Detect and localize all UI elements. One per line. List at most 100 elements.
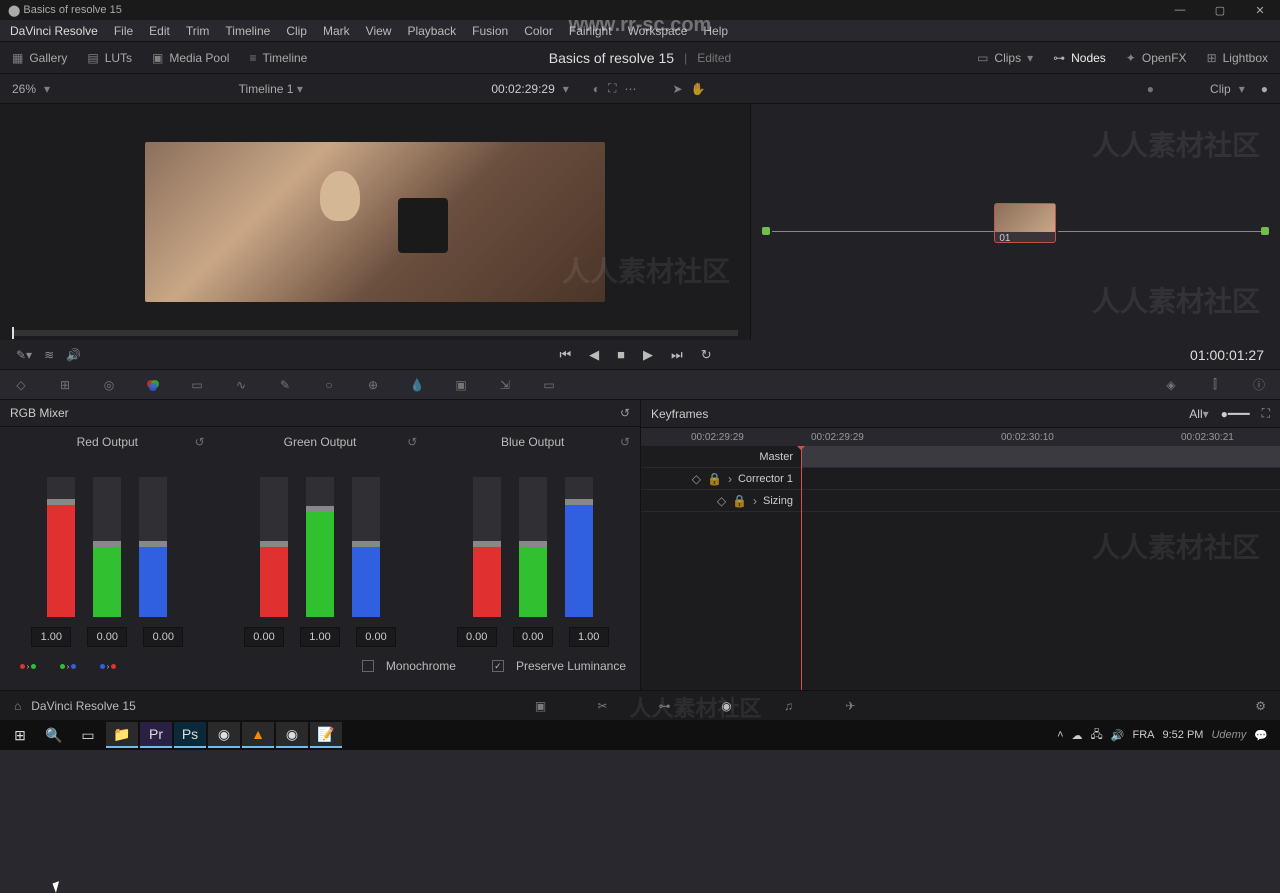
pointer-icon[interactable]: ➤ (672, 82, 682, 96)
menu-fusion[interactable]: Fusion (472, 24, 508, 38)
tab-mediapool[interactable]: ▣Media Pool (152, 51, 229, 65)
color-match-icon[interactable]: ⊞ (56, 376, 74, 394)
tracking-icon[interactable]: ⊕ (364, 376, 382, 394)
mixer-value[interactable]: 0.00 (87, 627, 127, 647)
stop-button[interactable]: ■ (617, 347, 625, 363)
mixer-value[interactable]: 1.00 (31, 627, 71, 647)
page-media[interactable]: ▣ (530, 695, 552, 717)
keyframe-diamond-icon[interactable]: ◇ (717, 494, 726, 508)
chevron-down-icon[interactable]: ▾ (563, 82, 569, 96)
monochrome-checkbox[interactable] (362, 660, 374, 672)
maximize-button[interactable]: ▢ (1200, 0, 1240, 20)
mixer-slider[interactable] (260, 477, 288, 617)
tab-lightbox[interactable]: ⊞Lightbox (1207, 51, 1268, 65)
menu-mark[interactable]: Mark (323, 24, 350, 38)
wheels-icon[interactable]: ◎ (100, 376, 118, 394)
menu-view[interactable]: View (366, 24, 392, 38)
tray-chevron-icon[interactable]: ˄ (1057, 729, 1063, 741)
page-color[interactable]: ◉ (716, 695, 738, 717)
qualifier-icon[interactable]: ✎ (276, 376, 294, 394)
tray-volume-icon[interactable]: 🔊 (1111, 729, 1125, 742)
key-icon[interactable]: ▣ (452, 376, 470, 394)
timeline-name[interactable]: Timeline 1 (239, 82, 294, 96)
mixer-value[interactable]: 1.00 (569, 627, 609, 647)
camera-raw-icon[interactable]: ◇ (12, 376, 30, 394)
mute-icon[interactable]: 🔊 (66, 348, 81, 362)
menu-playback[interactable]: Playback (407, 24, 456, 38)
viewer-scrubber[interactable] (12, 330, 738, 336)
menu-fairlight[interactable]: Fairlight (569, 24, 612, 38)
keyframe-mode-icon[interactable]: ◈ (1162, 376, 1180, 394)
viewer-panel[interactable]: 人人素材社区 (0, 104, 750, 340)
more-icon[interactable]: ⋯ (624, 82, 636, 96)
play-button[interactable]: ▶ (643, 347, 653, 363)
prev-clip-button[interactable]: ⏮ (559, 347, 571, 363)
reset-icon[interactable]: ↺ (407, 435, 417, 449)
loop-button[interactable]: ↻ (701, 347, 712, 363)
menu-color[interactable]: Color (524, 24, 553, 38)
menu-timeline[interactable]: Timeline (225, 24, 270, 38)
mixer-value[interactable]: 0.00 (356, 627, 396, 647)
lock-icon[interactable]: 🔒 (732, 494, 747, 508)
window-icon[interactable]: ○ (320, 376, 338, 394)
chevron-right-icon[interactable]: › (728, 472, 732, 486)
motion-icon[interactable]: ▭ (188, 376, 206, 394)
node-graph[interactable]: 01 人人素材社区 人人素材社区 (750, 104, 1280, 340)
next-clip-button[interactable]: ⏭ (671, 347, 683, 363)
step-back-button[interactable]: ◀ (589, 347, 599, 363)
tray-time[interactable]: 9:52 PM (1162, 729, 1203, 741)
page-fairlight[interactable]: ♫ (778, 695, 800, 717)
swap-green-blue[interactable]: › (54, 659, 82, 673)
mixer-value[interactable]: 0.00 (513, 627, 553, 647)
slider-dot[interactable]: ● (1261, 82, 1268, 96)
kf-row-corrector[interactable]: ◇🔒›Corrector 1 (641, 468, 1280, 490)
zoom-dropdown[interactable]: 26% (12, 82, 36, 96)
tab-clips[interactable]: ▭Clips▾ (977, 51, 1033, 65)
tray-lang[interactable]: FRA (1132, 729, 1154, 741)
project-settings-icon[interactable]: ⚙ (1255, 699, 1266, 713)
mixer-slider[interactable] (306, 477, 334, 617)
swap-blue-red[interactable]: › (94, 659, 122, 673)
chevron-down-icon[interactable]: ▾ (1203, 407, 1209, 421)
mixer-slider[interactable] (139, 477, 167, 617)
menu-edit[interactable]: Edit (149, 24, 170, 38)
start-button[interactable]: ⊞ (4, 722, 36, 748)
chevron-down-icon[interactable]: ▾ (44, 82, 50, 96)
lock-icon[interactable]: 🔒 (707, 472, 722, 486)
sizing-icon[interactable]: ⇲ (496, 376, 514, 394)
scopes-icon[interactable]: ⫿ (1206, 376, 1224, 394)
premiere-button[interactable]: Pr (140, 722, 172, 748)
tab-timeline[interactable]: ≡Timeline (249, 51, 307, 65)
mixer-value[interactable]: 1.00 (300, 627, 340, 647)
reset-icon[interactable]: ↺ (195, 435, 205, 449)
blur-icon[interactable]: 💧 (408, 376, 426, 394)
swap-red-green[interactable]: › (14, 659, 42, 673)
vlc-button[interactable]: ▲ (242, 722, 274, 748)
wipe-icon[interactable]: ◐ (593, 82, 600, 96)
home-icon[interactable]: ⌂ (14, 699, 21, 713)
explorer-button[interactable]: 📁 (106, 722, 138, 748)
node-input[interactable] (762, 227, 770, 235)
zoom-slider[interactable]: ●━━━ (1221, 407, 1250, 421)
menu-file[interactable]: File (114, 24, 133, 38)
expand-icon[interactable]: ⛶ (608, 81, 616, 96)
tab-nodes[interactable]: ⊶Nodes (1053, 51, 1106, 65)
page-fusion[interactable]: ⊶ (654, 695, 676, 717)
mixer-value[interactable]: 0.00 (457, 627, 497, 647)
mixer-value[interactable]: 0.00 (244, 627, 284, 647)
page-edit[interactable]: ✂ (592, 695, 614, 717)
preserve-luminance-checkbox[interactable]: ✓ (492, 660, 504, 672)
menu-clip[interactable]: Clip (286, 24, 307, 38)
mixer-slider[interactable] (352, 477, 380, 617)
node-01[interactable]: 01 (994, 203, 1056, 243)
hand-icon[interactable]: ✋ (691, 82, 706, 96)
tray-onedrive-icon[interactable]: ☁ (1072, 729, 1083, 742)
tab-openfx[interactable]: ✦OpenFX (1126, 51, 1187, 65)
keyframe-ruler[interactable]: 00:02:29:29 00:02:29:29 00:02:30:10 00:0… (641, 428, 1280, 446)
tab-gallery[interactable]: ▦Gallery (12, 51, 67, 65)
taskview-button[interactable]: ▭ (72, 722, 104, 748)
kf-row-sizing[interactable]: ◇🔒›Sizing (641, 490, 1280, 512)
mixer-slider[interactable] (473, 477, 501, 617)
node-output[interactable] (1261, 227, 1269, 235)
keyframe-diamond-icon[interactable]: ◇ (692, 472, 701, 486)
